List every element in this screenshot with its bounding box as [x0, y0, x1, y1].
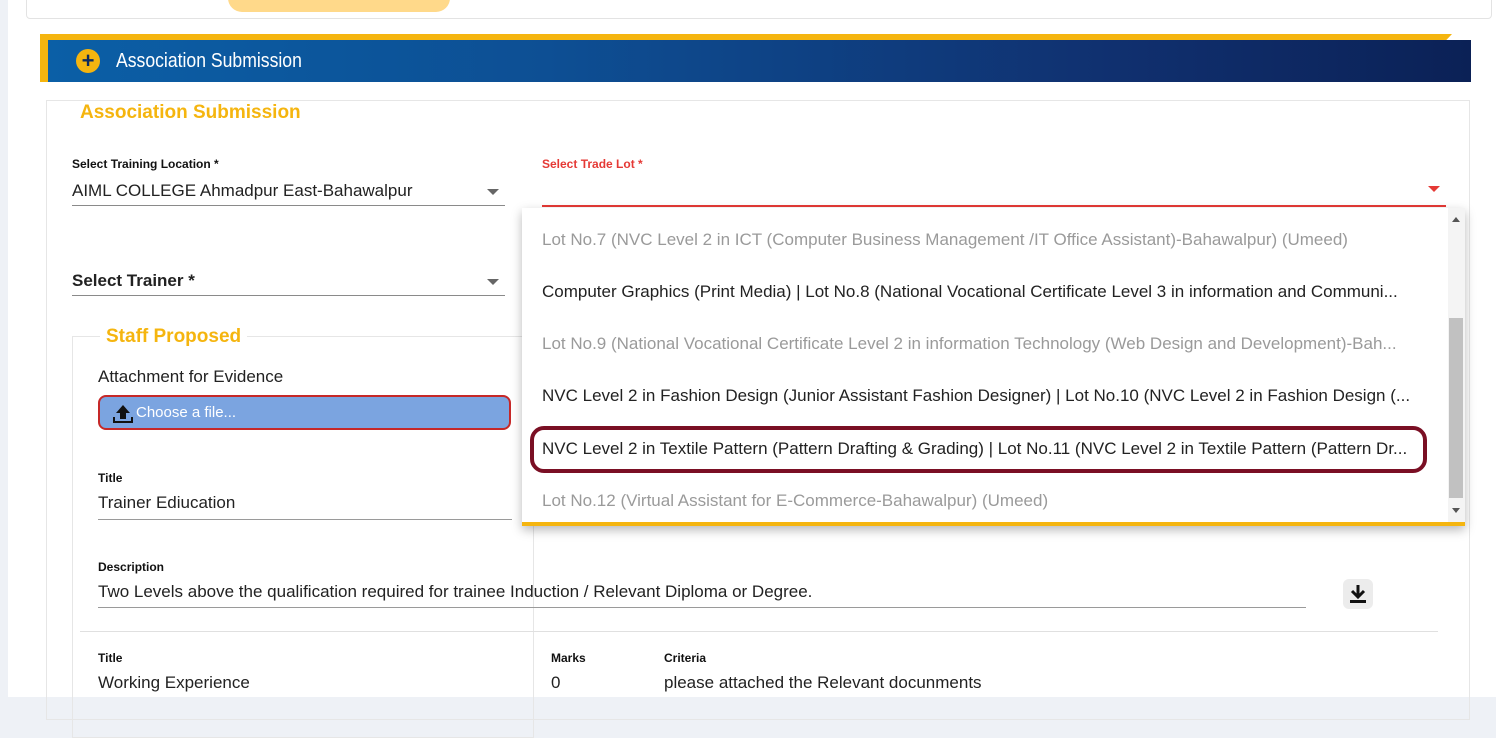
- description-label: Description: [98, 560, 165, 574]
- dropdown-option[interactable]: Computer Graphics (Print Media) | Lot No…: [542, 266, 1424, 318]
- criteria-label: Criteria: [664, 651, 707, 665]
- scroll-up-icon[interactable]: [1452, 217, 1460, 222]
- dropdown-option: Lot No.7 (NVC Level 2 in ICT (Computer B…: [542, 230, 1348, 249]
- training-location-label: Select Training Location *: [72, 157, 219, 171]
- chevron-down-icon[interactable]: [487, 189, 499, 195]
- download-button[interactable]: [1343, 579, 1373, 609]
- title-value: Trainer Ediucation: [98, 493, 236, 512]
- dropdown-scrollbar[interactable]: [1448, 208, 1465, 522]
- choose-file-text: Choose a file...: [136, 404, 237, 421]
- scroll-thumb[interactable]: [1449, 318, 1463, 498]
- description-value: Two Levels above the qualification requi…: [98, 582, 813, 601]
- panel-header[interactable]: + Association Submission: [40, 40, 1471, 82]
- training-location-value: AIML COLLEGE Ahmadpur East-Bahawalpur: [72, 181, 413, 200]
- experience-title-label: Title: [98, 651, 123, 665]
- staff-proposed-legend: Staff Proposed: [100, 326, 248, 348]
- title-underline: [98, 519, 512, 520]
- panel-title: Association Submission: [116, 50, 302, 72]
- experience-title-value: Working Experience: [98, 673, 250, 692]
- evidence-label: Attachment for Evidence: [98, 367, 284, 386]
- association-legend: Association Submission: [74, 102, 307, 124]
- title-label: Title: [98, 471, 123, 485]
- marks-label: Marks: [551, 651, 586, 665]
- training-location-select[interactable]: AIML COLLEGE Ahmadpur East-Bahawalpur: [72, 175, 505, 206]
- trade-lot-dropdown[interactable]: Lot No.7 (NVC Level 2 in ICT (Computer B…: [522, 208, 1465, 526]
- dropdown-option[interactable]: NVC Level 2 in Fashion Design (Junior As…: [542, 370, 1424, 422]
- chevron-down-icon[interactable]: [1428, 186, 1440, 192]
- upload-icon: [113, 405, 133, 423]
- trade-lot-select[interactable]: [542, 175, 1446, 205]
- trainer-label: Select Trainer *: [72, 271, 195, 290]
- choose-file-button[interactable]: Choose a file...: [98, 395, 511, 430]
- chevron-down-icon[interactable]: [487, 279, 499, 285]
- trainer-select[interactable]: Select Trainer *: [72, 265, 505, 296]
- trade-lot-underline: [542, 205, 1446, 207]
- scroll-down-icon[interactable]: [1452, 508, 1460, 513]
- selection-highlight-ring: [530, 426, 1427, 473]
- dropdown-option: Lot No.12 (Virtual Assistant for E-Comme…: [542, 491, 1049, 510]
- trade-lot-label: Select Trade Lot *: [542, 157, 643, 171]
- marks-value: 0: [551, 673, 561, 692]
- top-pill-button[interactable]: [228, 0, 450, 12]
- section-divider: [80, 631, 1438, 632]
- plus-icon[interactable]: +: [76, 49, 100, 73]
- dropdown-option: Lot No.9 (National Vocational Certificat…: [542, 334, 1397, 353]
- download-icon: [1350, 585, 1366, 603]
- description-underline: [98, 607, 1306, 608]
- criteria-value: please attached the Relevant docunments: [664, 673, 982, 692]
